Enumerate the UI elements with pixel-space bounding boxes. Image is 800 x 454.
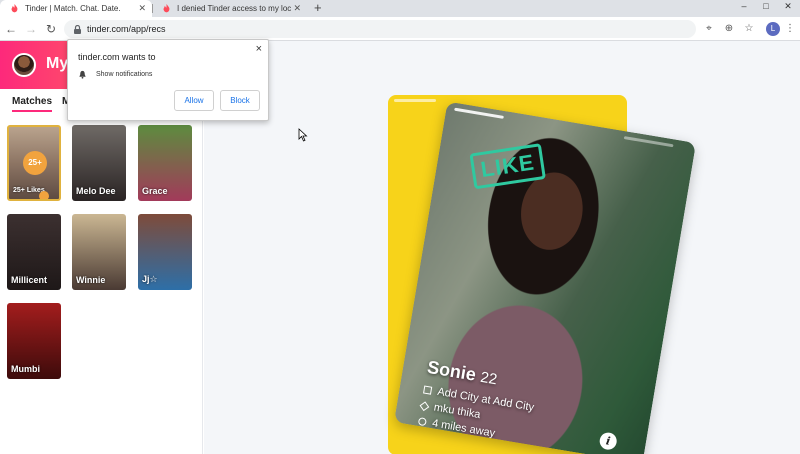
briefcase-icon: [423, 385, 433, 395]
tab-title: Tinder | Match. Chat. Date.: [25, 4, 121, 13]
permission-text: Show notifications: [96, 71, 153, 78]
info-button[interactable]: i: [598, 431, 618, 451]
profile-name: Sonie 22: [426, 357, 499, 389]
photo-progress-bar: [454, 107, 504, 119]
profile-name-text: Sonie: [425, 356, 478, 385]
match-tile-winnie[interactable]: Winnie: [72, 214, 126, 290]
tab-tinder[interactable]: Tinder | Match. Chat. Date. ✕: [0, 0, 152, 17]
block-button[interactable]: Block: [220, 90, 260, 111]
match-tile-millicent[interactable]: Millicent: [7, 214, 61, 290]
kebab-menu-icon[interactable]: ⋮: [782, 21, 798, 37]
match-name: Mumbi: [11, 364, 40, 374]
maximize-button[interactable]: □: [755, 0, 777, 14]
profile-avatar[interactable]: L: [766, 22, 780, 36]
like-stamp: LIKE: [469, 143, 547, 190]
likes-tile[interactable]: 25+ 25+ Likes: [7, 125, 61, 201]
notification-permission-popup: tinder.com wants to × Show notifications…: [67, 39, 269, 121]
browser-tab-strip: Tinder | Match. Chat. Date. ✕ I denied T…: [0, 0, 800, 17]
match-tile-grace[interactable]: Grace: [138, 125, 192, 201]
tab-close-icon[interactable]: ✕: [138, 3, 146, 14]
location-pin-icon: [417, 417, 427, 427]
recs-area: F LIKE Sonie22 Add City at Add City mku …: [204, 41, 800, 454]
profile-age: 22: [479, 368, 499, 389]
match-name: Melo Dee: [76, 186, 116, 196]
tab-article[interactable]: I denied Tinder access to my loc ✕: [152, 0, 307, 17]
match-tile-mumbi[interactable]: Mumbi: [7, 303, 61, 379]
graduation-cap-icon: [419, 400, 430, 411]
tab-title: I denied Tinder access to my loc: [177, 4, 292, 13]
address-bar[interactable]: tinder.com/app/recs: [64, 20, 696, 38]
sidebar-title[interactable]: My: [46, 55, 68, 73]
permission-row: Show notifications: [78, 70, 152, 79]
photo-progress-bar: [623, 136, 674, 148]
avatar[interactable]: [12, 53, 36, 77]
minimize-button[interactable]: –: [733, 0, 755, 14]
mouse-cursor-icon: [298, 128, 308, 142]
lens-icon[interactable]: ⊕: [721, 21, 737, 37]
match-name: Jj☆: [142, 274, 158, 284]
close-icon[interactable]: ×: [256, 43, 262, 55]
popup-title: tinder.com wants to: [78, 52, 156, 62]
sidebar-tabs: Matches M: [12, 96, 70, 112]
url-text: tinder.com/app/recs: [87, 24, 166, 34]
match-name: Winnie: [76, 275, 106, 285]
lock-icon: [74, 24, 81, 34]
photo-progress-bar: [394, 99, 436, 102]
browser-toolbar: ← → ↻ tinder.com/app/recs ⌖ ⊕ ☆ L ⋮: [0, 17, 800, 41]
match-name: Grace: [142, 186, 168, 196]
reload-icon[interactable]: ↻: [43, 21, 59, 37]
allow-button[interactable]: Allow: [174, 90, 214, 111]
forward-arrow-icon[interactable]: →: [23, 21, 39, 37]
match-tile-jj[interactable]: Jj☆: [138, 214, 192, 290]
tinder-flame-icon: [163, 4, 170, 13]
match-name: Millicent: [11, 275, 48, 285]
star-icon[interactable]: ☆: [741, 21, 757, 37]
new-tab-button[interactable]: +: [314, 0, 322, 17]
likes-count-badge: 25+: [23, 151, 47, 175]
tab-matches[interactable]: Matches: [12, 96, 53, 112]
profile-card[interactable]: LIKE Sonie 22 Add City at Add City mku th…: [393, 101, 697, 454]
gold-heart-icon: [39, 191, 49, 199]
match-tile-melo-dee[interactable]: Melo Dee: [72, 125, 126, 201]
back-arrow-icon[interactable]: ←: [3, 21, 19, 37]
location-icon[interactable]: ⌖: [701, 21, 717, 37]
bell-icon: [79, 70, 86, 79]
close-window-button[interactable]: ✕: [777, 0, 799, 14]
tinder-flame-icon: [11, 4, 18, 13]
tab-close-icon[interactable]: ✕: [293, 3, 301, 14]
